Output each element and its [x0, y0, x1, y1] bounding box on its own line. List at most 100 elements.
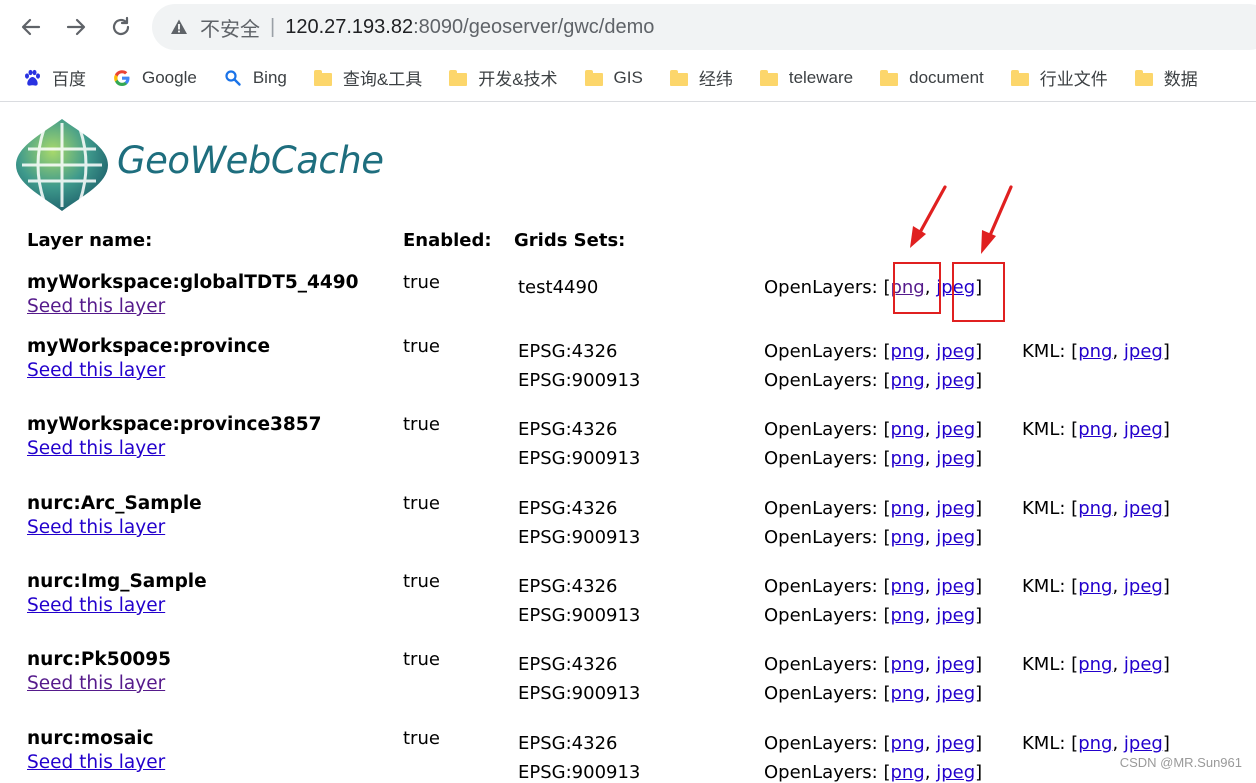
openlayers-label: OpenLayers:	[764, 605, 878, 626]
openlayers-png-link[interactable]: png	[890, 527, 924, 548]
openlayers-jpeg-link[interactable]: jpeg	[936, 498, 975, 519]
openlayers-links: OpenLayers: [png, jpeg]	[764, 370, 983, 391]
openlayers-png-link[interactable]: png	[890, 341, 924, 362]
openlayers-label: OpenLayers:	[764, 576, 878, 597]
layer-name: nurc:Img_Sample	[27, 571, 207, 592]
kml-png-link[interactable]: png	[1078, 419, 1112, 440]
layer-enabled: true	[403, 571, 440, 592]
kml-links: KML: [png, jpeg]	[1022, 654, 1170, 675]
bookmark-bing[interactable]: Bing	[223, 54, 287, 101]
layer-name: myWorkspace:province3857	[27, 414, 322, 435]
url-port: :8090	[413, 15, 464, 38]
folder-icon	[313, 68, 333, 88]
seed-layer-link[interactable]: Seed this layer	[27, 296, 165, 317]
gridset-name: test4490	[518, 277, 599, 298]
kml-jpeg-link[interactable]: jpeg	[1124, 576, 1163, 597]
openlayers-png-link[interactable]: png	[890, 605, 924, 626]
openlayers-png-link[interactable]: png	[890, 683, 924, 704]
folder-icon	[669, 68, 689, 88]
openlayers-jpeg-link[interactable]: jpeg	[936, 605, 975, 626]
openlayers-links: OpenLayers: [png, jpeg]	[764, 448, 983, 469]
seed-layer-link[interactable]: Seed this layer	[27, 360, 165, 381]
bookmark-label: 查询&工具	[342, 70, 423, 89]
gridset-name: EPSG:900913	[518, 370, 641, 391]
openlayers-jpeg-link[interactable]: jpeg	[936, 733, 975, 754]
layer-name: nurc:Arc_Sample	[27, 493, 202, 514]
kml-jpeg-link[interactable]: jpeg	[1124, 341, 1163, 362]
bookmark-google[interactable]: Google	[112, 54, 197, 101]
openlayers-png-link[interactable]: png	[890, 370, 924, 391]
header-grid-sets: Grids Sets:	[514, 230, 626, 251]
seed-layer-link[interactable]: Seed this layer	[27, 595, 165, 616]
seed-layer-link[interactable]: Seed this layer	[27, 673, 165, 694]
bookmark-folder-tools[interactable]: 查询&工具	[313, 54, 423, 101]
openlayers-links: OpenLayers: [png, jpeg]	[764, 527, 983, 548]
kml-jpeg-link[interactable]: jpeg	[1124, 733, 1163, 754]
openlayers-jpeg-link[interactable]: jpeg	[936, 370, 975, 391]
bookmark-folder-teleware[interactable]: teleware	[759, 54, 854, 101]
openlayers-links: OpenLayers: [png, jpeg]	[764, 498, 983, 519]
google-g-icon	[112, 68, 132, 88]
bookmark-label: 百度	[52, 70, 86, 89]
warning-triangle-icon[interactable]	[170, 17, 190, 37]
kml-png-link[interactable]: png	[1078, 498, 1112, 519]
layer-name: nurc:Pk50095	[27, 649, 172, 670]
openlayers-png-link[interactable]: png	[890, 498, 924, 519]
folder-icon	[448, 68, 468, 88]
back-button[interactable]	[14, 10, 48, 44]
openlayers-label: OpenLayers:	[764, 448, 878, 469]
seed-layer-link[interactable]: Seed this layer	[27, 438, 165, 459]
bookmark-folder-data[interactable]: 数据	[1134, 54, 1198, 101]
openlayers-jpeg-link[interactable]: jpeg	[936, 419, 975, 440]
bookmark-label: 开发&技术	[478, 70, 558, 89]
bookmark-folder-gis[interactable]: GIS	[584, 54, 643, 101]
kml-label: KML:	[1022, 576, 1066, 597]
bookmark-baidu[interactable]: 百度	[22, 54, 86, 101]
openlayers-jpeg-link[interactable]: jpeg	[936, 576, 975, 597]
openlayers-jpeg-link[interactable]: jpeg	[936, 683, 975, 704]
kml-png-link[interactable]: png	[1078, 576, 1112, 597]
openlayers-label: OpenLayers:	[764, 419, 878, 440]
layer-enabled: true	[403, 649, 440, 670]
kml-png-link[interactable]: png	[1078, 341, 1112, 362]
openlayers-png-link[interactable]: png	[890, 733, 924, 754]
openlayers-png-link[interactable]: png	[890, 654, 924, 675]
kml-jpeg-link[interactable]: jpeg	[1124, 498, 1163, 519]
kml-png-link[interactable]: png	[1078, 654, 1112, 675]
openlayers-png-link[interactable]: png	[890, 762, 924, 783]
bookmark-folder-industry[interactable]: 行业文件	[1010, 54, 1108, 101]
openlayers-jpeg-link[interactable]: jpeg	[936, 762, 975, 783]
reload-icon	[112, 16, 130, 36]
openlayers-links: OpenLayers: [png, jpeg]	[764, 576, 983, 597]
gridset-name: EPSG:900913	[518, 448, 641, 469]
kml-png-link[interactable]: png	[1078, 733, 1112, 754]
openlayers-links: OpenLayers: [png, jpeg]	[764, 762, 983, 783]
security-label[interactable]: 不安全	[200, 13, 260, 42]
browser-toolbar: 不安全 | 120.27.193.82:8090/geoserver/gwc/d…	[0, 0, 1256, 54]
kml-jpeg-link[interactable]: jpeg	[1124, 419, 1163, 440]
address-bar[interactable]: 不安全 | 120.27.193.82:8090/geoserver/gwc/d…	[152, 4, 1256, 50]
openlayers-png-link[interactable]: png	[890, 448, 924, 469]
openlayers-png-link[interactable]: png	[890, 419, 924, 440]
seed-layer-link[interactable]: Seed this layer	[27, 517, 165, 538]
seed-layer-link[interactable]: Seed this layer	[27, 752, 165, 773]
annotation-box-png	[893, 262, 941, 314]
openlayers-jpeg-link[interactable]: jpeg	[936, 341, 975, 362]
layer-name: nurc:mosaic	[27, 728, 154, 749]
bookmark-label: 数据	[1163, 70, 1198, 89]
bookmark-folder-dev[interactable]: 开发&技术	[448, 54, 558, 101]
bookmark-label: teleware	[788, 67, 854, 87]
reload-button[interactable]	[104, 10, 138, 44]
openlayers-png-link[interactable]: png	[890, 576, 924, 597]
openlayers-jpeg-link[interactable]: jpeg	[936, 448, 975, 469]
bookmark-folder-document[interactable]: document	[879, 54, 984, 101]
bookmark-folder-jingwei[interactable]: 经纬	[669, 54, 733, 101]
openlayers-jpeg-link[interactable]: jpeg	[936, 527, 975, 548]
layer-enabled: true	[403, 272, 440, 293]
kml-jpeg-link[interactable]: jpeg	[1124, 654, 1163, 675]
openlayers-label: OpenLayers:	[764, 370, 878, 391]
openlayers-label: OpenLayers:	[764, 498, 878, 519]
openlayers-jpeg-link[interactable]: jpeg	[936, 654, 975, 675]
layer-name: myWorkspace:globalTDT5_4490	[27, 272, 359, 293]
forward-button[interactable]	[59, 10, 93, 44]
